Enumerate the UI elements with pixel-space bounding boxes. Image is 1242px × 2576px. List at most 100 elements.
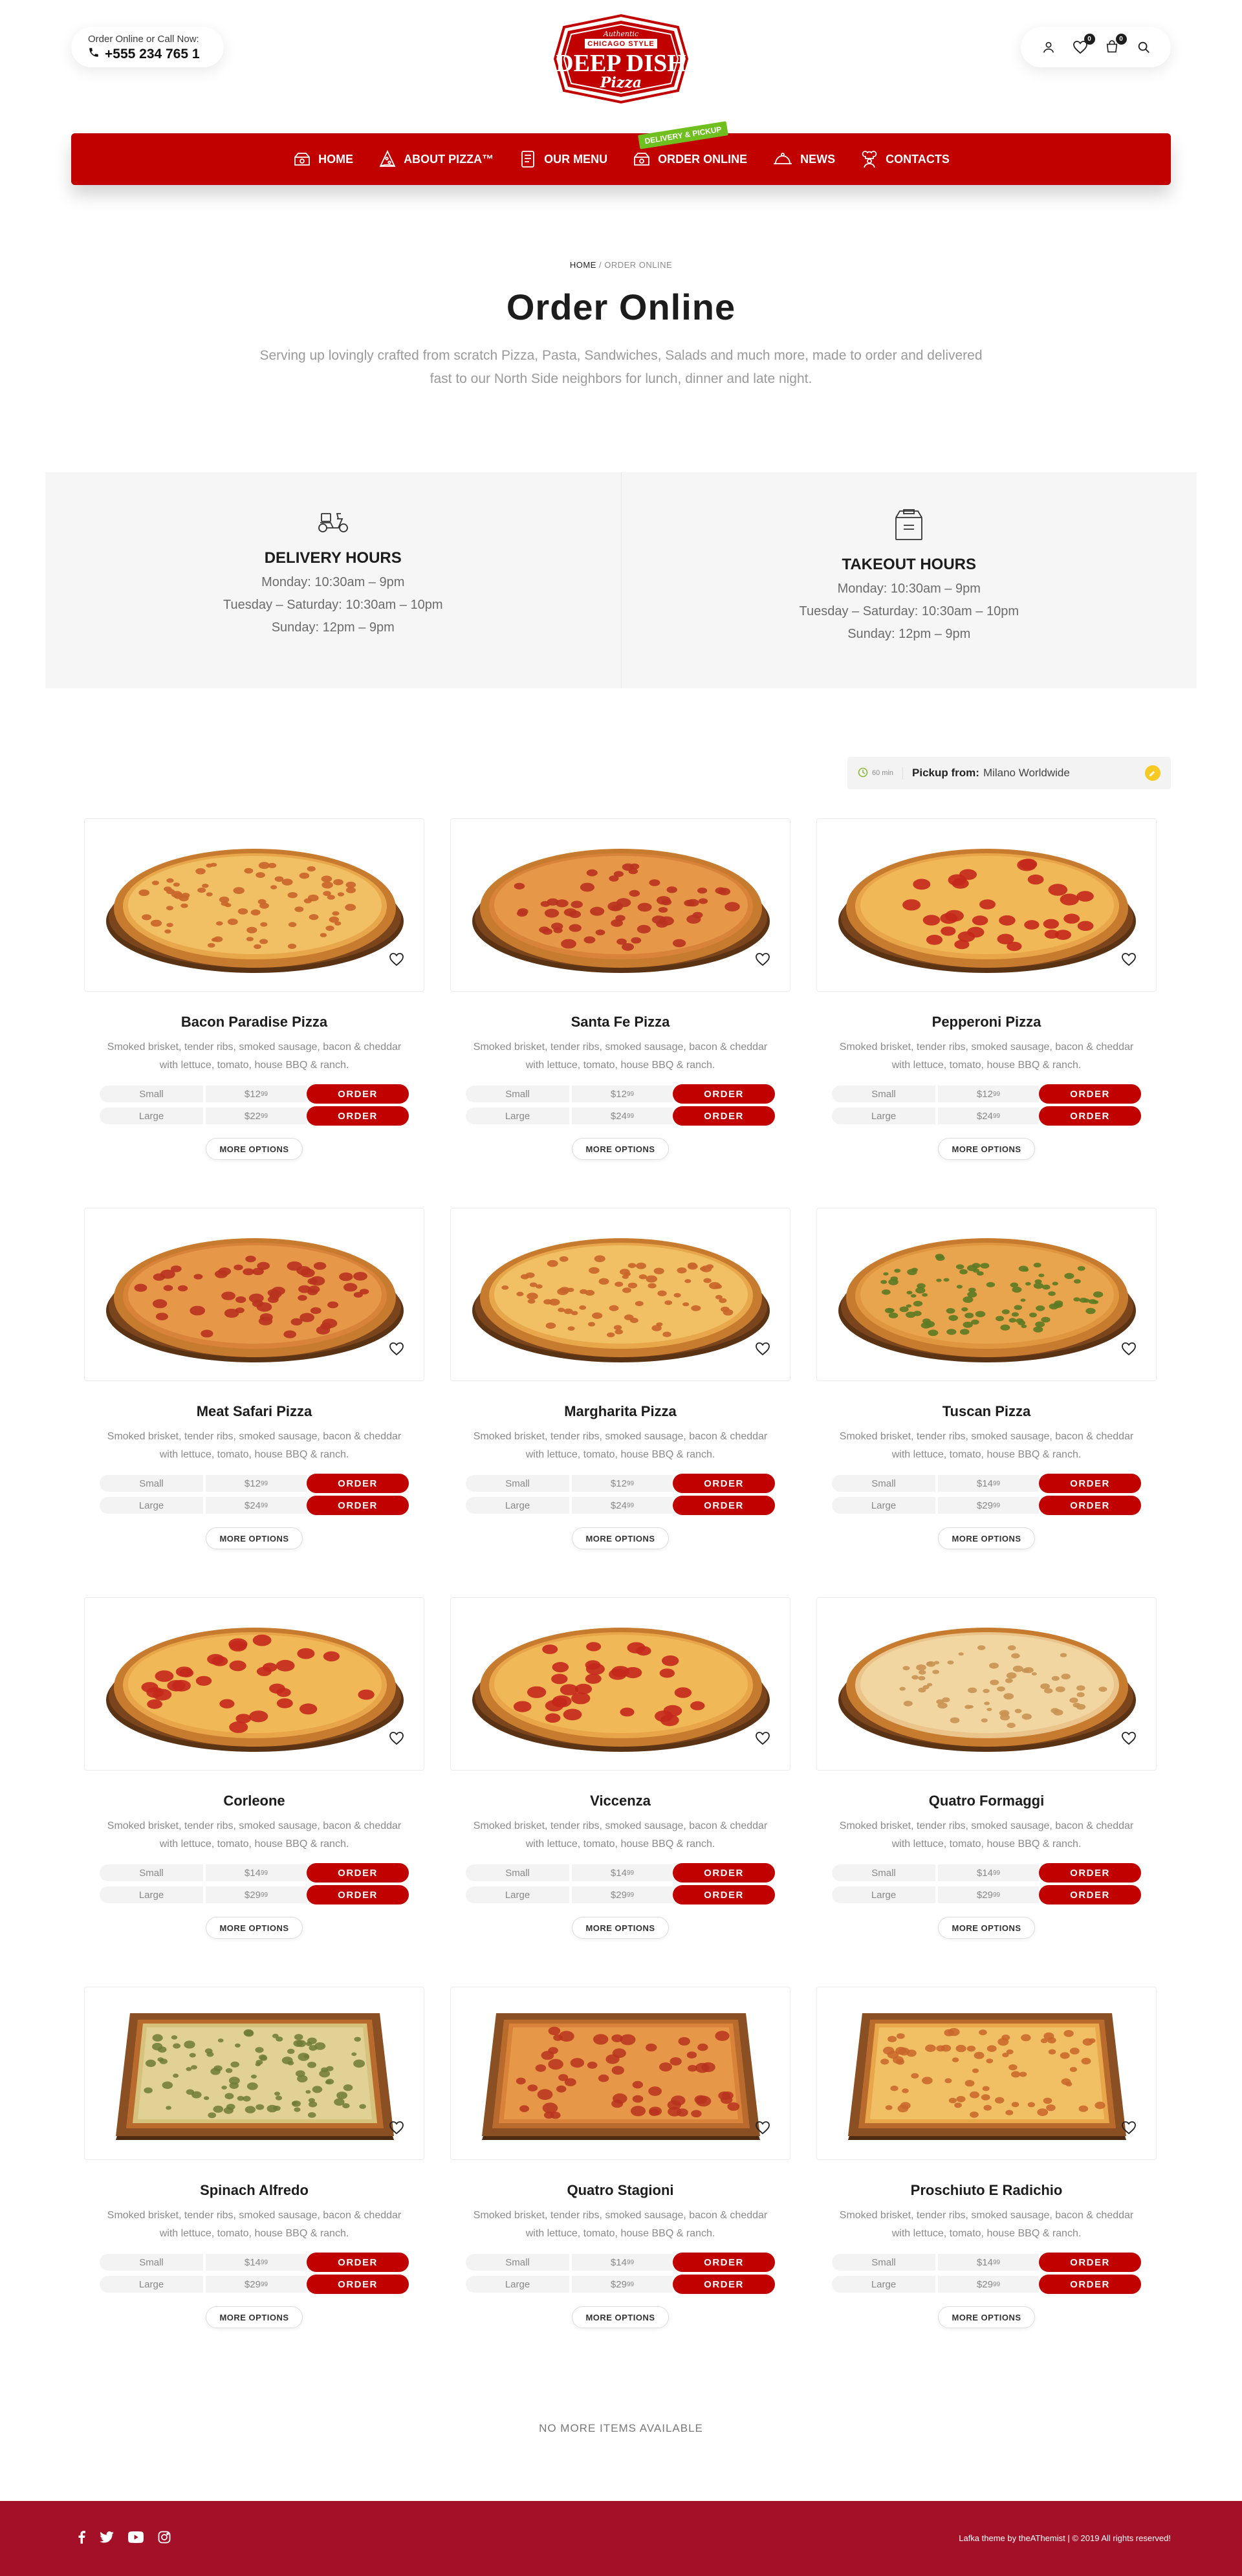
- order-button[interactable]: Order: [673, 1106, 775, 1126]
- more-options-button[interactable]: More Options: [938, 2306, 1035, 2328]
- order-button[interactable]: Order: [673, 1474, 775, 1493]
- order-button[interactable]: Order: [1039, 1474, 1141, 1493]
- price-whole: $14: [976, 1867, 993, 1879]
- order-button[interactable]: Order: [307, 1496, 409, 1515]
- price-whole: $14: [610, 2256, 627, 2268]
- product-image[interactable]: [816, 1987, 1157, 2160]
- call-now-box[interactable]: Order Online or Call Now: +555 234 765 1: [71, 27, 224, 67]
- nav-item-about-pizza[interactable]: About Pizza™: [378, 149, 494, 169]
- product-image[interactable]: [84, 818, 424, 992]
- heart-icon[interactable]: [389, 952, 411, 974]
- heart-icon[interactable]: [389, 1731, 411, 1753]
- order-button[interactable]: Order: [673, 1496, 775, 1515]
- more-options-button[interactable]: More Options: [206, 1527, 303, 1549]
- product-title[interactable]: Tuscan Pizza: [816, 1403, 1157, 1420]
- product-title[interactable]: Pepperoni Pizza: [816, 1014, 1157, 1031]
- instagram-icon[interactable]: [158, 2531, 171, 2547]
- order-button[interactable]: Order: [307, 1885, 409, 1905]
- product-image[interactable]: [816, 1597, 1157, 1771]
- order-button[interactable]: Order: [307, 1084, 409, 1104]
- more-options-button[interactable]: More Options: [206, 1138, 303, 1160]
- product-image[interactable]: [84, 1597, 424, 1771]
- product-title[interactable]: Corleone: [84, 1793, 424, 1809]
- phone-number[interactable]: +555 234 765 1: [105, 47, 200, 62]
- breadcrumb-home-link[interactable]: Home: [570, 260, 596, 270]
- order-button[interactable]: Order: [673, 2275, 775, 2294]
- facebook-icon[interactable]: [78, 2531, 85, 2547]
- nav-item-order-online[interactable]: Order Online Delivery & Pickup: [632, 121, 747, 169]
- product-card: Bacon Paradise Pizza Smoked brisket, tend…: [84, 818, 424, 1208]
- nav-item-our-menu[interactable]: Our Menu: [518, 149, 607, 169]
- product-image[interactable]: [84, 1208, 424, 1381]
- product-image[interactable]: [450, 1597, 790, 1771]
- product-image[interactable]: [450, 1987, 790, 2160]
- search-icon[interactable]: [1134, 38, 1153, 57]
- product-title[interactable]: Quatro Stagioni: [450, 2182, 790, 2199]
- order-button[interactable]: Order: [1039, 2253, 1141, 2272]
- user-icon[interactable]: [1039, 38, 1058, 57]
- order-button[interactable]: Order: [1039, 2275, 1141, 2294]
- heart-icon[interactable]: [755, 2121, 777, 2143]
- price-cents: 99: [626, 1090, 635, 1098]
- product-image[interactable]: [816, 818, 1157, 992]
- nav-item-news[interactable]: News: [772, 149, 835, 169]
- product-title[interactable]: Viccenza: [450, 1793, 790, 1809]
- order-button[interactable]: Order: [307, 2275, 409, 2294]
- heart-icon[interactable]: 0: [1071, 34, 1095, 57]
- order-button[interactable]: Order: [673, 1084, 775, 1104]
- heart-icon[interactable]: [1121, 1731, 1143, 1753]
- order-button[interactable]: Order: [1039, 1496, 1141, 1515]
- more-options-button[interactable]: More Options: [938, 1917, 1035, 1939]
- product-image[interactable]: [450, 1208, 790, 1381]
- order-button[interactable]: Order: [673, 1885, 775, 1905]
- cart-icon[interactable]: 0: [1102, 34, 1127, 57]
- heart-icon[interactable]: [1121, 952, 1143, 974]
- order-button[interactable]: Order: [307, 1106, 409, 1126]
- size-name: Large: [832, 2276, 935, 2293]
- more-options-button[interactable]: More Options: [938, 1527, 1035, 1549]
- heart-icon[interactable]: [755, 1731, 777, 1753]
- more-options-button[interactable]: More Options: [572, 1138, 669, 1160]
- heart-icon[interactable]: [755, 1342, 777, 1364]
- order-button[interactable]: Order: [1039, 1084, 1141, 1104]
- product-title[interactable]: Quatro Formaggi: [816, 1793, 1157, 1809]
- order-button[interactable]: Order: [673, 1863, 775, 1883]
- product-title[interactable]: Meat Safari Pizza: [84, 1403, 424, 1420]
- nav-item-home[interactable]: Home: [292, 149, 353, 169]
- heart-icon[interactable]: [755, 952, 777, 974]
- more-options-button[interactable]: More Options: [572, 1527, 669, 1549]
- youtube-icon[interactable]: [128, 2531, 144, 2546]
- more-options-button[interactable]: More Options: [206, 2306, 303, 2328]
- product-title[interactable]: Proschiuto E Radichio: [816, 2182, 1157, 2199]
- product-title[interactable]: Margharita Pizza: [450, 1403, 790, 1420]
- order-button[interactable]: Order: [1039, 1863, 1141, 1883]
- size-options: Small $14 99 Order Large $29 99 Order: [466, 2252, 775, 2295]
- more-options-button[interactable]: More Options: [572, 1917, 669, 1939]
- product-title[interactable]: Santa Fe Pizza: [450, 1014, 790, 1031]
- heart-icon[interactable]: [389, 2121, 411, 2143]
- product-card: Viccenza Smoked brisket, tender ribs, smo…: [450, 1597, 790, 1987]
- edit-pencil-icon[interactable]: [1145, 765, 1160, 781]
- more-options-button[interactable]: More Options: [206, 1917, 303, 1939]
- heart-icon[interactable]: [1121, 2121, 1143, 2143]
- product-image[interactable]: [450, 818, 790, 992]
- order-button[interactable]: Order: [307, 1474, 409, 1493]
- order-button[interactable]: Order: [307, 2253, 409, 2272]
- order-button[interactable]: Order: [1039, 1106, 1141, 1126]
- product-title[interactable]: Bacon Paradise Pizza: [84, 1014, 424, 1031]
- pickup-selector[interactable]: 60 min Pickup from: Milano Worldwide: [847, 757, 1171, 789]
- more-options-button[interactable]: More Options: [938, 1138, 1035, 1160]
- size-price: $29 99: [206, 2276, 307, 2293]
- heart-icon[interactable]: [1121, 1342, 1143, 1364]
- order-button[interactable]: Order: [307, 1863, 409, 1883]
- product-title[interactable]: Spinach Alfredo: [84, 2182, 424, 2199]
- product-image[interactable]: [816, 1208, 1157, 1381]
- order-button[interactable]: Order: [1039, 1885, 1141, 1905]
- twitter-icon[interactable]: [100, 2531, 114, 2546]
- nav-item-contacts[interactable]: Contacts: [860, 149, 950, 169]
- more-options-button[interactable]: More Options: [572, 2306, 669, 2328]
- site-logo[interactable]: Authentic CHICAGO STYLE DEEP DISH Pizza: [551, 13, 691, 105]
- order-button[interactable]: Order: [673, 2253, 775, 2272]
- product-image[interactable]: [84, 1987, 424, 2160]
- heart-icon[interactable]: [389, 1342, 411, 1364]
